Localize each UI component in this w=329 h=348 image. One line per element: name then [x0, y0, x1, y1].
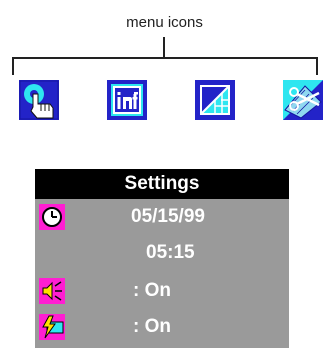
hand-touch-icon[interactable]	[19, 80, 59, 120]
callout-line-right	[316, 57, 318, 75]
settings-row-time[interactable]: 05:15	[35, 238, 289, 268]
clock-icon	[39, 204, 65, 230]
callout-line-bar	[12, 57, 317, 59]
sound-value: : On	[133, 280, 171, 301]
settings-panel: Settings 05/15/99 05:15 : On: On	[35, 169, 289, 348]
settings-title: Settings	[35, 169, 289, 199]
date-value: 05/15/99	[131, 206, 205, 227]
time-value: 05:15	[146, 242, 195, 263]
speaker-icon	[39, 278, 65, 304]
scissors-icon[interactable]	[283, 80, 323, 120]
settings-row-date[interactable]: 05/15/99	[35, 202, 289, 232]
power-value: : On	[133, 316, 171, 337]
menu-icons-callout-label: menu icons	[126, 14, 203, 31]
settings-row-sound[interactable]: : On	[35, 276, 289, 306]
menu-icon-bar	[19, 80, 323, 120]
callout-line-stem	[163, 37, 165, 57]
info-icon[interactable]	[107, 80, 147, 120]
callout-line-left	[12, 57, 14, 75]
settings-row-power[interactable]: : On	[35, 312, 289, 342]
power-save-icon	[39, 314, 65, 340]
display-grid-icon[interactable]	[195, 80, 235, 120]
